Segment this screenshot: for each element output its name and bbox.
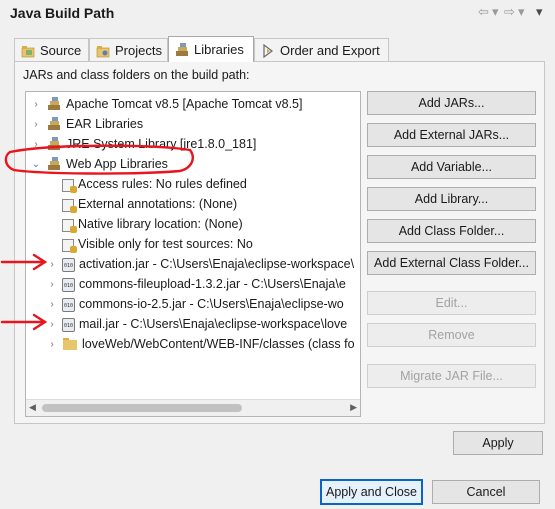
scroll-left-icon[interactable]: ◀ <box>29 402 36 413</box>
tree-item-external-annotations[interactable]: External annotations: (None) <box>62 194 237 214</box>
tree-item-label: EAR Libraries <box>66 117 144 131</box>
edit-button[interactable]: Edit... <box>367 291 536 315</box>
build-path-label: JARs and class folders on the build path… <box>23 68 250 82</box>
tree-item-native-library[interactable]: Native library location: (None) <box>62 214 243 234</box>
horizontal-scrollbar[interactable]: ◀ ▶ <box>26 399 360 416</box>
tab-source-label: Source <box>40 43 82 58</box>
tab-order-export-label: Order and Export <box>280 43 380 58</box>
tree-item-tomcat[interactable]: › Apache Tomcat v8.5 [Apache Tomcat v8.5… <box>30 94 302 114</box>
forward-arrow-icon[interactable]: ⇨ <box>504 4 515 20</box>
tree-item-label: commons-io-2.5.jar - C:\Users\Enaja\ecli… <box>79 297 344 311</box>
back-arrow-icon[interactable]: ⇦ <box>478 4 489 20</box>
tree-item-label: Apache Tomcat v8.5 [Apache Tomcat v8.5] <box>66 97 303 111</box>
migrate-jar-button[interactable]: Migrate JAR File... <box>367 364 536 388</box>
cancel-button[interactable]: Cancel <box>432 480 540 504</box>
jar-icon <box>62 257 75 272</box>
tree-item-commons-io-jar[interactable]: › commons-io-2.5.jar - C:\Users\Enaja\ec… <box>46 294 344 314</box>
tree-item-test-sources[interactable]: Visible only for test sources: No <box>62 234 253 254</box>
back-dropdown-icon[interactable]: ▾ <box>492 4 499 20</box>
tree-item-label: Visible only for test sources: No <box>78 237 253 251</box>
tab-libraries-label: Libraries <box>194 42 244 57</box>
tab-source[interactable]: Source <box>14 38 89 62</box>
expand-chevron-icon[interactable]: › <box>46 339 58 350</box>
annotations-icon <box>62 198 77 213</box>
tree-item-label: activation.jar - C:\Users\Enaja\eclipse-… <box>79 257 355 271</box>
jar-icon <box>62 277 75 292</box>
scroll-right-icon[interactable]: ▶ <box>350 402 357 413</box>
add-library-button[interactable]: Add Library... <box>367 187 536 211</box>
add-external-class-folder-button[interactable]: Add External Class Folder... <box>367 251 536 275</box>
add-jars-button[interactable]: Add JARs... <box>367 91 536 115</box>
tree-item-label: mail.jar - C:\Users\Enaja\eclipse-worksp… <box>79 317 348 331</box>
page-title: Java Build Path <box>10 5 115 21</box>
projects-icon <box>96 44 110 58</box>
red-arrow-icon <box>0 313 48 331</box>
tree-item-label: Native library location: (None) <box>78 217 243 231</box>
add-class-folder-button[interactable]: Add Class Folder... <box>367 219 536 243</box>
tree-item-label: loveWeb/WebContent/WEB-INF/classes (clas… <box>82 337 355 351</box>
scrollbar-thumb[interactable] <box>42 404 242 412</box>
jar-icon <box>62 297 75 312</box>
order-export-icon <box>261 43 275 58</box>
test-sources-icon <box>62 238 77 253</box>
tree-item-ear-libraries[interactable]: › EAR Libraries <box>30 114 143 134</box>
expand-chevron-icon[interactable]: › <box>30 119 42 130</box>
library-icon <box>46 96 62 112</box>
expand-chevron-icon[interactable]: › <box>46 299 58 310</box>
remove-button[interactable]: Remove <box>367 323 536 347</box>
apply-and-close-button[interactable]: Apply and Close <box>320 479 423 505</box>
red-annotation-oval <box>4 144 194 175</box>
tab-libraries[interactable]: Libraries <box>168 36 254 62</box>
native-library-icon <box>62 218 77 233</box>
tab-projects-label: Projects <box>115 43 162 58</box>
tree-item-commons-fileupload-jar[interactable]: › commons-fileupload-1.3.2.jar - C:\User… <box>46 274 346 294</box>
tab-order-export[interactable]: Order and Export <box>254 38 389 62</box>
jar-icon <box>62 317 75 332</box>
forward-dropdown-icon[interactable]: ▾ <box>518 4 525 20</box>
expand-chevron-icon[interactable]: › <box>30 99 42 110</box>
source-folder-icon <box>21 44 35 58</box>
tab-projects[interactable]: Projects <box>89 38 168 62</box>
library-icon <box>46 116 62 132</box>
add-variable-button[interactable]: Add Variable... <box>367 155 536 179</box>
tree-item-activation-jar[interactable]: › activation.jar - C:\Users\Enaja\eclips… <box>46 254 354 274</box>
libraries-icon <box>175 42 189 57</box>
view-menu-icon[interactable]: ▾ <box>536 4 543 20</box>
dialog-header: Java Build Path ⇦ ▾ ⇨ ▾ ▾ <box>0 0 555 28</box>
expand-chevron-icon[interactable]: › <box>46 279 58 290</box>
tree-item-classes-folder[interactable]: › loveWeb/WebContent/WEB-INF/classes (cl… <box>46 334 355 354</box>
apply-button[interactable]: Apply <box>453 431 543 455</box>
red-arrow-icon <box>0 253 48 271</box>
tree-item-label: External annotations: (None) <box>78 197 238 211</box>
class-folder-icon <box>62 336 78 352</box>
tree-item-label: commons-fileupload-1.3.2.jar - C:\Users\… <box>79 277 346 291</box>
add-external-jars-button[interactable]: Add External JARs... <box>367 123 536 147</box>
libraries-panel: JARs and class folders on the build path… <box>14 61 545 424</box>
tree-item-mail-jar[interactable]: › mail.jar - C:\Users\Enaja\eclipse-work… <box>46 314 347 334</box>
access-rules-icon <box>62 178 77 193</box>
